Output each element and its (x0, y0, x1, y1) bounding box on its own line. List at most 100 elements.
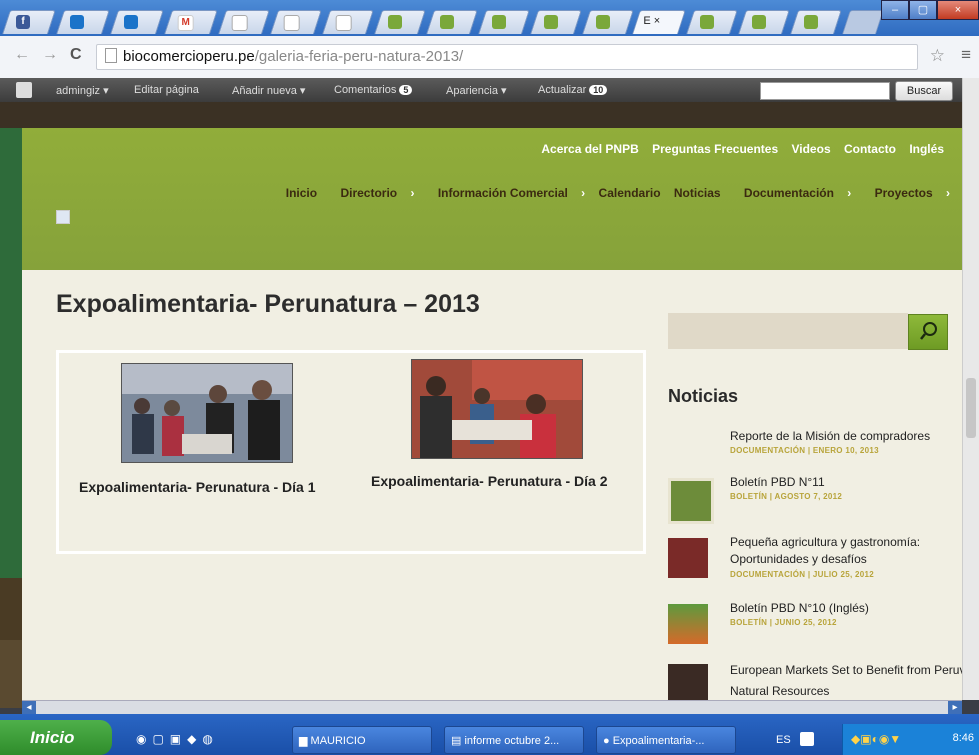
news-item[interactable]: Boletín PBD N°11 BOLETÍN | AGOSTO 7, 201… (668, 474, 968, 524)
menu-item-proyectos[interactable]: Proyectos › (865, 186, 950, 200)
menu-item-directorio[interactable]: Directorio › (330, 186, 414, 200)
comments-link[interactable]: Comentarios 5 (334, 84, 413, 96)
site-favicon-icon (752, 15, 766, 29)
appearance-menu[interactable]: Apariencia ▾ (446, 84, 507, 97)
admin-search-input[interactable] (760, 82, 890, 100)
menu-icon[interactable]: ≡ (961, 45, 971, 65)
news-thumbnail[interactable] (668, 538, 708, 578)
menu-item-videos[interactable]: Videos (791, 142, 830, 156)
tab-page-2[interactable] (270, 10, 322, 34)
menu-item-english[interactable]: Inglés (909, 142, 944, 156)
menu-item-faq[interactable]: Preguntas Frecuentes (652, 142, 778, 156)
clock[interactable]: 8:46 (953, 732, 974, 744)
dark-band (0, 102, 979, 128)
news-meta: BOLETÍN | AGOSTO 7, 2012 (730, 492, 843, 501)
sidebar-search-input[interactable] (668, 313, 908, 349)
chevron-right-icon: › (407, 186, 415, 200)
vertical-scrollbar[interactable] (962, 78, 979, 700)
directorio-label: Directorio (340, 186, 398, 200)
scroll-left-icon[interactable]: ◂ (22, 701, 36, 715)
tray-icons[interactable]: ◆▣◐◉▼ (851, 732, 901, 746)
maximize-button[interactable]: ▢ (909, 0, 937, 20)
tab-outlook-1[interactable] (56, 10, 110, 34)
chevron-right-icon: › (942, 186, 950, 200)
page-title: Expoalimentaria- Perunatura – 2013 (56, 290, 480, 318)
news-title[interactable]: Boletín PBD N°10 (Inglés) (730, 600, 979, 617)
tab-page-1[interactable] (218, 10, 270, 34)
news-title[interactable]: Pequeña agricultura y gastronomía: Oport… (730, 534, 979, 568)
reload-icon[interactable]: C (70, 46, 82, 64)
add-new-menu[interactable]: Añadir nueva ▾ (232, 84, 305, 97)
tab-site-5[interactable] (582, 10, 634, 34)
tab-site-1[interactable] (374, 10, 426, 34)
taskbar-item-browser[interactable]: ● Expoalimentaria-... (596, 726, 736, 754)
tab-site-8[interactable] (790, 10, 842, 34)
tab-site-2[interactable] (426, 10, 478, 34)
minimize-button[interactable]: – (881, 0, 909, 20)
gallery-thumbnail-day-2[interactable] (411, 359, 583, 459)
gallery-caption-day-1[interactable]: Expoalimentaria- Perunatura - Día 1 (79, 479, 316, 495)
forward-icon[interactable]: → (42, 46, 58, 64)
news-item[interactable]: Boletín PBD N°10 (Inglés) BOLETÍN | JUNI… (668, 600, 968, 646)
tab-site-6[interactable] (686, 10, 738, 34)
tab-site-3[interactable] (478, 10, 530, 34)
new-tab-button[interactable] (842, 10, 884, 34)
chevron-right-icon: › (577, 186, 586, 200)
edit-page-link[interactable]: Editar página (134, 84, 199, 96)
site-favicon-icon (440, 15, 454, 29)
top-menu: Acerca del PNPB Preguntas Frecuentes Vid… (531, 142, 944, 156)
gallery-caption-day-2[interactable]: Expoalimentaria- Perunatura - Día 2 (371, 473, 608, 489)
quick-launch-icons[interactable]: ◉▢▣◆◍ (136, 732, 219, 746)
tab-outlook-2[interactable] (110, 10, 164, 34)
url-path: /galeria-feria-peru-natura-2013/ (254, 48, 464, 65)
updates-link[interactable]: Actualizar 10 (538, 84, 608, 96)
bookmark-star-icon[interactable]: ☆ (930, 46, 945, 66)
tab-facebook[interactable]: f (2, 10, 56, 34)
menu-item-documentacion[interactable]: Documentación › (734, 186, 851, 200)
news-thumbnail[interactable] (668, 478, 714, 524)
news-item[interactable]: Pequeña agricultura y gastronomía: Oport… (668, 534, 968, 590)
scroll-right-icon[interactable]: ▸ (948, 701, 962, 715)
taskbar-item-folder[interactable]: ▆ MAURICIO (292, 726, 432, 754)
tab-active[interactable]: E × (632, 10, 686, 34)
search-button[interactable]: Buscar (895, 81, 953, 101)
tab-site-7[interactable] (738, 10, 790, 34)
chevron-right-icon: › (843, 186, 852, 200)
taskbar-item-document[interactable]: ▤ informe octubre 2... (444, 726, 584, 754)
news-title[interactable]: Reporte de la Misión de compradores (730, 428, 979, 445)
menu-item-noticias[interactable]: Noticias (674, 186, 721, 200)
page-icon (283, 15, 300, 31)
menu-item-informacion-comercial[interactable]: Información Comercial › (428, 186, 585, 200)
news-title[interactable]: European Markets Set to Benefit from Per… (730, 660, 979, 702)
tab-close-icon[interactable]: × (654, 15, 660, 27)
gallery-thumbnail-day-1[interactable] (121, 363, 293, 463)
news-meta: BOLETÍN | JUNIO 25, 2012 (730, 618, 837, 627)
address-bar[interactable]: biocomercioperu.pe/galeria-feria-peru-na… (96, 44, 918, 70)
horizontal-scrollbar[interactable]: ◂ ▸ (22, 700, 962, 715)
scrollbar-thumb[interactable] (966, 378, 976, 438)
wordpress-icon[interactable] (16, 82, 32, 98)
menu-item-calendario[interactable]: Calendario (599, 186, 661, 200)
menu-item-about[interactable]: Acerca del PNPB (541, 142, 638, 156)
back-icon[interactable]: ← (14, 46, 30, 64)
sidebar-search-button[interactable] (908, 314, 948, 350)
language-indicator[interactable]: ES (776, 734, 791, 746)
tab-page-3[interactable] (322, 10, 374, 34)
news-title[interactable]: Boletín PBD N°11 (730, 474, 979, 491)
news-thumbnail[interactable] (668, 604, 708, 644)
help-icon[interactable] (800, 732, 814, 746)
news-thumbnail[interactable] (668, 664, 708, 704)
tab-gmail[interactable]: M (164, 10, 218, 34)
appearance-label: Apariencia (446, 85, 498, 97)
news-item[interactable]: European Markets Set to Benefit from Per… (668, 660, 979, 704)
menu-item-contact[interactable]: Contacto (844, 142, 896, 156)
admin-user-menu[interactable]: admingiz ▾ (56, 84, 109, 97)
close-window-button[interactable]: × (937, 0, 979, 20)
updates-badge: 10 (589, 85, 608, 95)
site-favicon-icon (804, 15, 818, 29)
tab-site-4[interactable] (530, 10, 582, 34)
broken-logo-image[interactable] (56, 210, 70, 224)
menu-item-inicio[interactable]: Inicio (286, 186, 317, 200)
news-item[interactable]: Reporte de la Misión de compradores DOCU… (668, 428, 968, 468)
start-button[interactable]: Inicio (0, 720, 112, 755)
